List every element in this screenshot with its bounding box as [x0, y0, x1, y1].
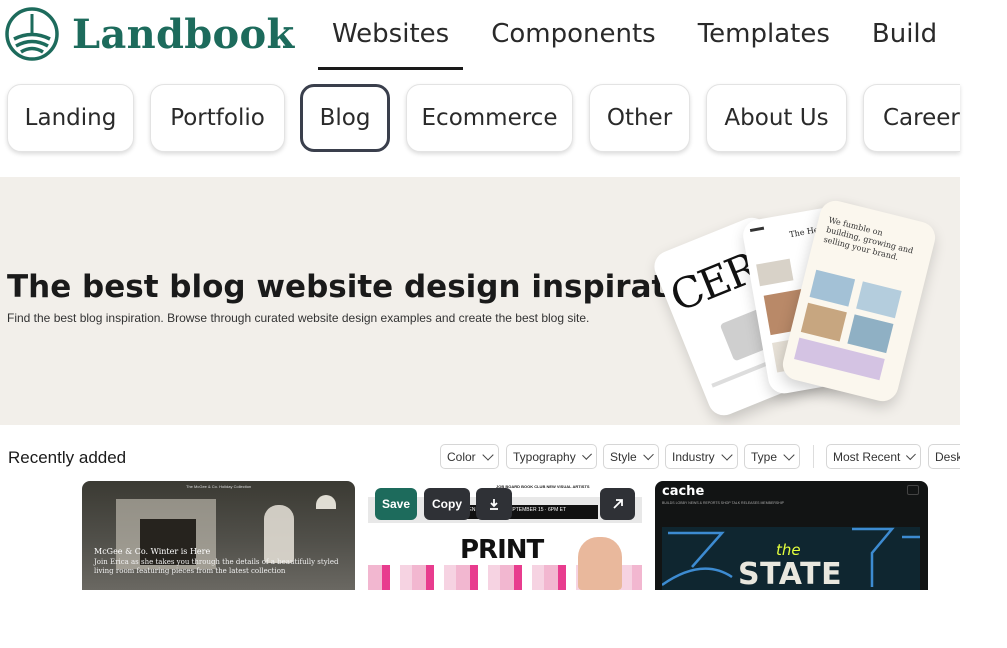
- external-link-icon: [612, 499, 623, 509]
- hero-subtitle: Find the best blog inspiration. Browse t…: [7, 311, 590, 325]
- card2-hero-text: PRINT: [460, 535, 544, 565]
- chevron-down-icon: [783, 448, 795, 461]
- website-card-mcgee[interactable]: The McGee & Co. Holiday Collection McGee…: [82, 481, 355, 590]
- filter-style-label: Style: [610, 449, 637, 464]
- filter-type-label: Type: [751, 449, 778, 464]
- card3-title-bottom: STATE: [738, 557, 843, 590]
- download-button[interactable]: [476, 488, 512, 520]
- brand-logo[interactable]: Landbook: [4, 6, 295, 62]
- filter-typography-label: Typography: [513, 449, 576, 464]
- card3-logo: cache: [662, 484, 705, 499]
- chevron-down-icon: [482, 448, 494, 461]
- chevron-down-icon: [906, 449, 917, 460]
- category-landing[interactable]: Landing: [7, 84, 134, 152]
- save-button[interactable]: Save: [375, 488, 417, 520]
- nav-websites[interactable]: Websites: [318, 0, 464, 70]
- category-career[interactable]: Career: [863, 84, 960, 152]
- filter-typography[interactable]: Typography: [506, 444, 597, 469]
- filter-industry-label: Industry: [672, 449, 715, 464]
- category-about-us[interactable]: About Us: [706, 84, 847, 152]
- mockup-right-text: We fumble on building, growing and selli…: [822, 215, 915, 263]
- card1-body: Join Erica as she takes you through the …: [94, 558, 339, 575]
- nav-components[interactable]: Components: [477, 0, 670, 70]
- card2-banner: CITIZEN PRINTER ... SEPTEMBER 15 · 6PM E…: [452, 505, 598, 519]
- filter-color[interactable]: Color: [440, 444, 499, 469]
- filter-color-label: Color: [447, 449, 476, 464]
- filter-divider: [813, 445, 814, 468]
- device-label: Deskt: [935, 449, 960, 464]
- card1-navtext: The McGee & Co. Holiday Collection: [186, 484, 252, 489]
- nav-templates[interactable]: Templates: [684, 0, 844, 70]
- card2-nav-text: JOB BOARD BOOK CLUB NEW VISUAL ARTISTS: [496, 484, 590, 489]
- hero-banner: The best blog website design inspiration…: [0, 177, 960, 425]
- nav-build[interactable]: Build: [858, 0, 951, 70]
- filter-type[interactable]: Type: [744, 444, 800, 469]
- copy-button[interactable]: Copy: [424, 488, 470, 520]
- download-icon: [490, 499, 498, 510]
- chevron-down-icon: [642, 449, 654, 460]
- card3-nav-text: BUILDS LOBBY NEWS & REPORTS SHOP TALK RE…: [662, 501, 785, 505]
- device-dropdown[interactable]: Deskt: [928, 444, 960, 469]
- sort-dropdown[interactable]: Most Recent: [826, 444, 921, 469]
- recently-added-heading: Recently added: [8, 448, 127, 467]
- card1-headline: McGee & Co. Winter is Here: [94, 547, 211, 556]
- category-portfolio[interactable]: Portfolio: [150, 84, 285, 152]
- hero-title: The best blog website design inspiration: [7, 269, 721, 305]
- top-nav: Websites Components Templates Build: [318, 0, 951, 70]
- website-card-cache[interactable]: cache BUILDS LOBBY NEWS & REPORTS SHOP T…: [655, 481, 928, 590]
- category-other[interactable]: Other: [589, 84, 690, 152]
- filter-style[interactable]: Style: [603, 444, 659, 469]
- filter-industry[interactable]: Industry: [665, 444, 738, 469]
- chevron-down-icon: [581, 449, 592, 460]
- landbook-logo-icon: [5, 7, 59, 61]
- category-ecommerce[interactable]: Ecommerce: [406, 84, 573, 152]
- open-external-button[interactable]: [600, 488, 635, 520]
- category-blog[interactable]: Blog: [300, 84, 390, 152]
- chevron-down-icon: [721, 448, 733, 461]
- sort-label: Most Recent: [833, 449, 901, 464]
- brand-name: Landbook: [72, 10, 295, 58]
